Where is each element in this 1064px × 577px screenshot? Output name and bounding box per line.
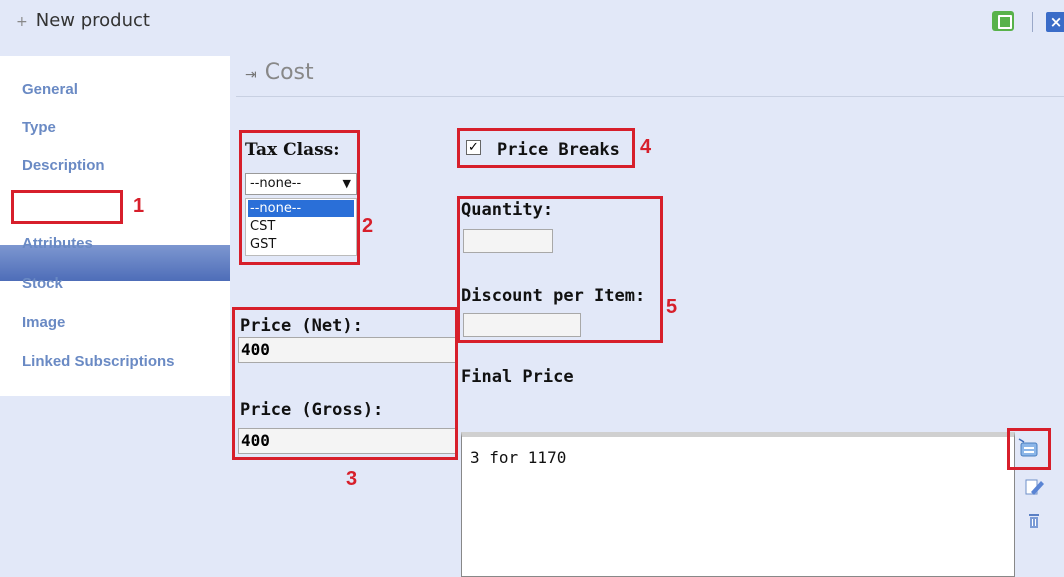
page-title: New product xyxy=(35,10,150,31)
sidebar-item-image[interactable]: Image xyxy=(22,314,65,331)
edit-icon[interactable] xyxy=(992,11,1014,31)
sidebar: General Type Description Cost Attributes… xyxy=(0,56,230,396)
sidebar-item-general[interactable]: General xyxy=(22,81,78,98)
annotation-number-4: 4 xyxy=(640,136,652,158)
sidebar-item-type[interactable]: Type xyxy=(22,119,56,136)
annotation-box-3 xyxy=(232,307,458,460)
edit-item-icon[interactable] xyxy=(1024,477,1046,497)
section-arrow-icon: ⇥ xyxy=(245,67,257,83)
final-price-label: Final Price xyxy=(461,367,574,387)
annotation-number-1: 1 xyxy=(133,195,145,217)
annotation-number-5: 5 xyxy=(666,296,678,318)
new-product-title: + New product xyxy=(16,10,150,31)
annotation-number-3: 3 xyxy=(346,468,358,490)
annotation-box-2 xyxy=(239,130,360,265)
close-icon[interactable]: × xyxy=(1046,12,1064,32)
add-to-list-icon[interactable] xyxy=(1018,438,1040,458)
section-title: ⇥ Cost xyxy=(245,60,314,85)
price-break-entry[interactable]: 3 for 1170 xyxy=(470,448,566,467)
annotation-box-1 xyxy=(11,190,123,224)
annotation-box-4 xyxy=(457,128,635,168)
sidebar-item-stock[interactable]: Stock xyxy=(22,275,63,292)
annotation-box-5 xyxy=(457,196,663,343)
annotation-number-2: 2 xyxy=(362,215,374,237)
plus-icon: + xyxy=(16,14,28,30)
delete-item-icon[interactable] xyxy=(1024,511,1046,531)
sidebar-item-attributes[interactable]: Attributes xyxy=(22,235,93,252)
toolbar-divider xyxy=(1032,12,1033,32)
sidebar-item-description[interactable]: Description xyxy=(22,157,105,174)
section-divider xyxy=(236,96,1064,97)
top-bar xyxy=(0,0,1064,44)
sidebar-item-linked-subscriptions[interactable]: Linked Subscriptions xyxy=(22,353,175,370)
